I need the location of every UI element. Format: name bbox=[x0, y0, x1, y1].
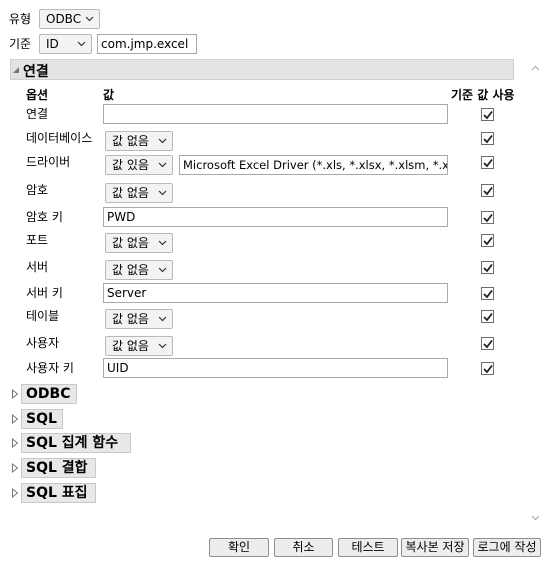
check-icon bbox=[483, 312, 493, 322]
option-value-select[interactable]: 값 있음 bbox=[105, 155, 173, 175]
triangle-right-icon[interactable] bbox=[11, 438, 19, 448]
triangle-right-icon[interactable] bbox=[11, 463, 19, 473]
ok-button[interactable]: 확인 bbox=[209, 538, 269, 557]
chevron-down-icon bbox=[158, 267, 167, 273]
test-button[interactable]: 테스트 bbox=[338, 538, 398, 557]
option-value-select[interactable]: 값 없음 bbox=[105, 260, 173, 280]
chevron-down-icon bbox=[158, 240, 167, 246]
chevron-down-icon bbox=[158, 162, 167, 168]
type-select[interactable]: ODBC bbox=[39, 9, 100, 29]
check-icon bbox=[483, 158, 493, 168]
driver-name-field[interactable]: Microsoft Excel Driver (*.xls, *.xlsx, *… bbox=[179, 155, 448, 175]
check-icon bbox=[483, 289, 493, 299]
use-default-checkbox[interactable] bbox=[481, 362, 494, 375]
save-copy-button[interactable]: 복사본 저장 bbox=[401, 538, 469, 557]
use-default-checkbox[interactable] bbox=[481, 310, 494, 323]
collapsed-section-header[interactable]: SQL 표집 bbox=[21, 483, 96, 503]
option-value-select[interactable]: 값 없음 bbox=[105, 183, 173, 203]
collapsed-section-header[interactable]: SQL 집계 함수 bbox=[21, 433, 131, 453]
check-icon bbox=[483, 236, 493, 246]
triangle-right-icon[interactable] bbox=[11, 389, 19, 399]
check-icon bbox=[483, 186, 493, 196]
basis-select-value: ID bbox=[46, 37, 59, 51]
option-label: 연결 bbox=[26, 107, 49, 121]
use-default-checkbox[interactable] bbox=[481, 234, 494, 247]
use-default-checkbox[interactable] bbox=[481, 287, 494, 300]
use-default-checkbox[interactable] bbox=[481, 261, 494, 274]
chevron-down-icon bbox=[158, 138, 167, 144]
collapsed-section-header[interactable]: SQL bbox=[21, 409, 63, 429]
option-label: 사용자 키 bbox=[26, 361, 74, 375]
write-to-log-button[interactable]: 로그에 작성 bbox=[473, 538, 541, 557]
option-value-select[interactable]: 값 없음 bbox=[105, 131, 173, 151]
use-default-checkbox[interactable] bbox=[481, 184, 494, 197]
triangle-right-icon[interactable] bbox=[11, 488, 19, 498]
option-label: 포트 bbox=[26, 233, 49, 247]
scroll-down-icon[interactable] bbox=[531, 515, 540, 521]
option-value-select-text: 값 없음 bbox=[112, 312, 149, 326]
option-value-field[interactable] bbox=[103, 104, 448, 124]
option-label: 사용자 bbox=[26, 336, 60, 350]
option-label: 서버 키 bbox=[26, 286, 63, 300]
type-label: 유형 bbox=[9, 12, 32, 26]
column-header-option: 옵션 bbox=[26, 88, 49, 102]
use-default-checkbox[interactable] bbox=[481, 132, 494, 145]
option-value-select[interactable]: 값 없음 bbox=[105, 233, 173, 253]
option-value-field[interactable]: UID bbox=[103, 358, 448, 378]
basis-text-field[interactable]: com.jmp.excel bbox=[97, 34, 197, 54]
option-value-select[interactable]: 값 없음 bbox=[105, 309, 173, 329]
chevron-down-icon bbox=[158, 343, 167, 349]
use-default-checkbox[interactable] bbox=[481, 156, 494, 169]
option-value-select-text: 값 있음 bbox=[112, 158, 149, 172]
collapsed-section-header[interactable]: ODBC bbox=[21, 384, 77, 404]
option-value-field[interactable]: Server bbox=[103, 283, 448, 303]
triangle-down-icon bbox=[13, 67, 19, 73]
chevron-down-icon bbox=[158, 190, 167, 196]
check-icon bbox=[483, 339, 493, 349]
type-select-value: ODBC bbox=[46, 12, 82, 26]
scroll-up-icon[interactable] bbox=[531, 65, 540, 71]
check-icon bbox=[483, 110, 493, 120]
chevron-down-icon bbox=[77, 41, 86, 47]
check-icon bbox=[483, 263, 493, 273]
check-icon bbox=[483, 213, 493, 223]
use-default-checkbox[interactable] bbox=[481, 108, 494, 121]
option-label: 드라이버 bbox=[26, 155, 71, 169]
basis-select[interactable]: ID bbox=[39, 34, 92, 54]
section-title: 연결 bbox=[23, 64, 49, 80]
use-default-checkbox[interactable] bbox=[481, 211, 494, 224]
triangle-right-icon[interactable] bbox=[11, 414, 19, 424]
option-label: 암호 키 bbox=[26, 210, 63, 224]
column-header-value: 값 bbox=[103, 88, 115, 102]
option-label: 암호 bbox=[26, 183, 49, 197]
basis-label: 기준 bbox=[9, 37, 32, 51]
option-label: 서버 bbox=[26, 260, 49, 274]
option-label: 테이블 bbox=[26, 309, 60, 323]
connection-section-header[interactable]: 연결 bbox=[10, 59, 514, 80]
check-icon bbox=[483, 134, 493, 144]
option-value-select-text: 값 없음 bbox=[112, 263, 149, 277]
use-default-checkbox[interactable] bbox=[481, 337, 494, 350]
chevron-down-icon bbox=[85, 16, 94, 22]
collapsed-section-header[interactable]: SQL 결합 bbox=[21, 458, 96, 478]
column-header-use-default: 기준 값 사용 bbox=[451, 88, 515, 102]
option-value-select-text: 값 없음 bbox=[112, 134, 149, 148]
check-icon bbox=[483, 364, 493, 374]
option-value-select-text: 값 없음 bbox=[112, 236, 149, 250]
option-value-field[interactable]: PWD bbox=[103, 207, 448, 227]
option-label: 데이터베이스 bbox=[26, 131, 93, 145]
option-value-select[interactable]: 값 없음 bbox=[105, 336, 173, 356]
cancel-button[interactable]: 취소 bbox=[274, 538, 333, 557]
option-value-select-text: 값 없음 bbox=[112, 339, 149, 353]
option-value-select-text: 값 없음 bbox=[112, 186, 149, 200]
chevron-down-icon bbox=[158, 316, 167, 322]
